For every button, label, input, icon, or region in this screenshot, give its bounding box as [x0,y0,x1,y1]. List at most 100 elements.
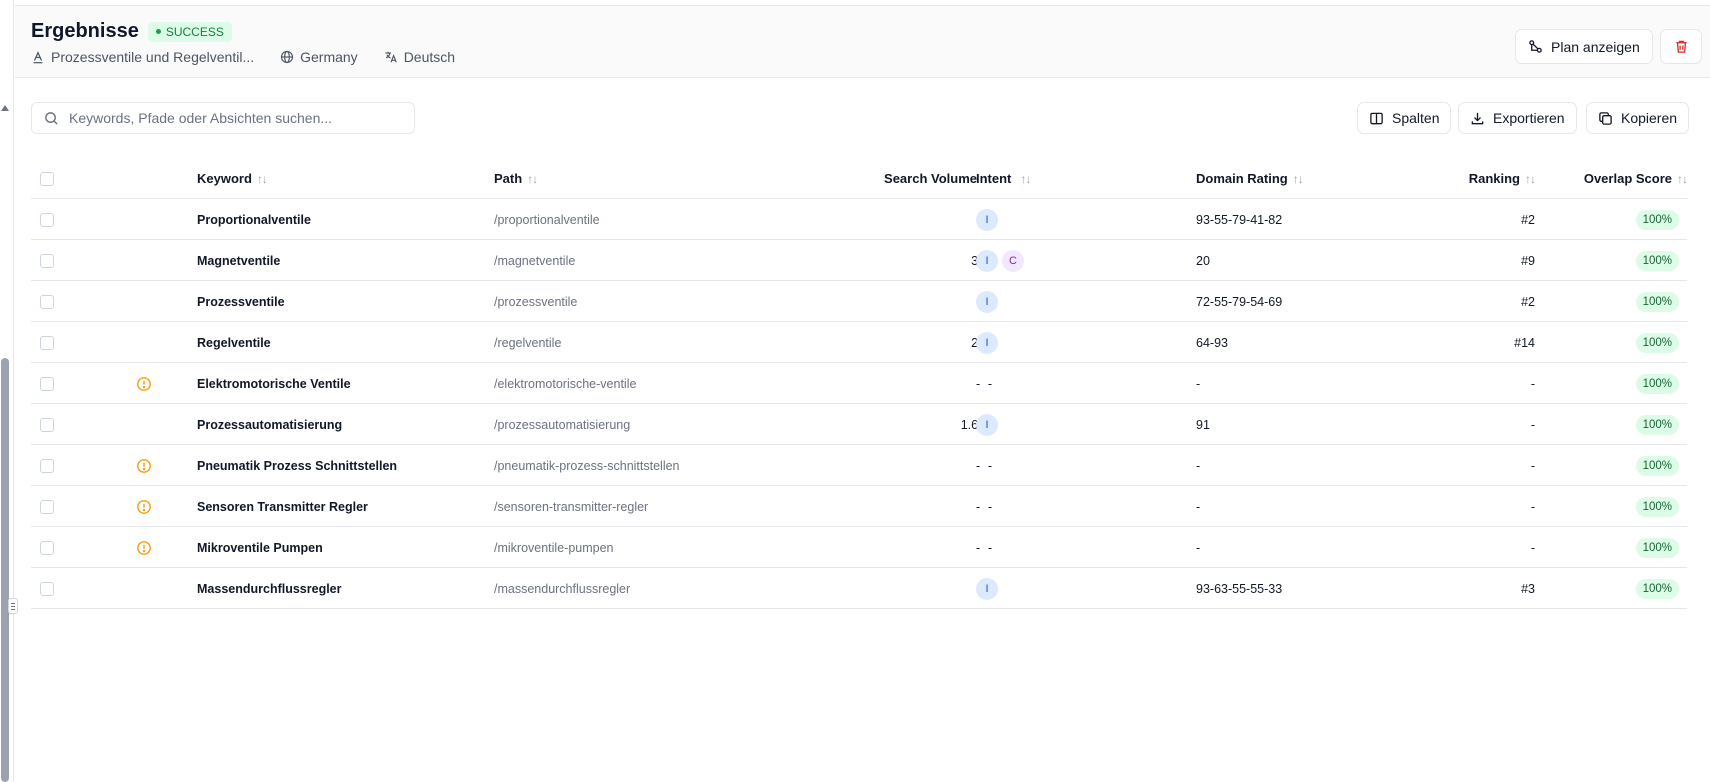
overlap-badge: 100% [1635,414,1679,435]
table-row[interactable]: Magnetventile/magnetventile350IC20#9100% [31,240,1687,281]
table-row[interactable]: Regelventile/regelventile200I64-93#14100… [31,322,1687,363]
overlap-cell: 100% [1511,199,1687,240]
domain-rating-cell: - [1196,376,1201,391]
intent-cell: I [976,322,998,363]
overlap-badge: 100% [1635,332,1679,353]
alert-circle-icon [136,486,152,527]
results-page: Ergebnisse SUCCESS Prozessventile und Re… [0,0,1710,782]
plan-button[interactable]: Plan anzeigen [1515,29,1653,64]
table-row[interactable]: Sensoren Transmitter Regler/sensoren-tra… [31,486,1687,527]
keyword-cell: Prozessventile [197,294,285,309]
country-text: Germany [300,49,358,65]
path-cell: /magnetventile [494,253,576,268]
keyword-cell: Proportionalventile [197,212,311,227]
table-row[interactable]: Prozessautomatisierung/prozessautomatisi… [31,404,1687,445]
domain-rating-cell: 72-55-79-54-69 [1196,294,1283,309]
intent-badge: I [976,577,998,600]
header-intent-label: Intent [976,171,1012,186]
table-row[interactable]: Proportionalventile/proportionalventile 9… [31,199,1687,240]
header-keyword[interactable]: Keyword ↑↓ [197,158,268,199]
path-cell: /prozessventile [494,294,578,309]
intent-empty: - [976,499,981,514]
page-title: Ergebnisse [31,20,139,42]
delete-button[interactable] [1660,29,1702,64]
intent-badge: I [976,413,998,436]
search-input[interactable] [69,110,389,126]
resize-handle[interactable] [8,598,18,614]
language-text: Deutsch [403,49,456,65]
scroll-up-icon[interactable] [1,105,9,111]
row-checkbox[interactable] [40,417,54,432]
overlap-cell: 100% [1511,281,1687,322]
overlap-cell: 100% [1511,322,1687,363]
copy-icon [1599,111,1612,125]
search-volume-cell: - [987,499,992,514]
intent-empty: - [976,376,981,391]
row-checkbox[interactable] [40,253,54,268]
row-select-cell [40,240,54,281]
status-text: SUCCESS [165,24,224,39]
row-select-cell [40,363,54,404]
row-checkbox[interactable] [40,458,54,473]
table-row[interactable]: Pneumatik Prozess Schnittstellen/pneumat… [31,445,1687,486]
overlap-cell: 100% [1511,240,1687,281]
search-volume-cell: - [987,540,992,555]
overlap-cell: 100% [1511,445,1687,486]
copy-button-label: Kopieren [1621,110,1678,126]
overlap-cell: 100% [1511,404,1687,445]
keyword-cell: Sensoren Transmitter Regler [197,499,368,514]
row-checkbox[interactable] [40,581,54,596]
domain-rating-cell: 93-63-55-55-33 [1196,581,1283,596]
header-intent[interactable]: Intent ↑↓ [976,158,1031,199]
overlap-badge: 100% [1635,373,1679,394]
keyword-cell: Regelventile [197,335,271,350]
table-row[interactable]: Elektromotorische Ventile/elektromotoris… [31,363,1687,404]
header-path-label: Path [494,171,523,186]
search-volume-cell: 40 [771,281,992,322]
keyword-cell: Magnetventile [197,253,281,268]
copy-button[interactable]: Kopieren [1586,102,1690,134]
row-select-cell [40,404,54,445]
row-checkbox[interactable] [40,499,54,514]
title-row: Ergebnisse SUCCESS [31,20,232,43]
columns-icon [1370,112,1383,124]
globe-icon [281,50,294,64]
domain-rating-cell: - [1196,499,1201,514]
overlap-badge: 100% [1635,291,1679,312]
columns-button-label: Spalten [1392,110,1440,126]
sort-icon: ↑↓ [1020,171,1031,186]
row-checkbox[interactable] [40,212,54,227]
header-path[interactable]: Path ↑↓ [494,158,538,199]
row-checkbox[interactable] [40,540,54,555]
intent-cell: I [976,568,998,609]
scrollbar-thumb[interactable] [1,358,9,782]
header-overlap[interactable]: Overlap Score ↑↓ [1511,158,1688,199]
row-select-cell [40,486,54,527]
trash-icon [1675,40,1687,53]
text-a-icon [33,51,43,64]
overlap-cell: 100% [1511,363,1687,404]
overlap-cell: 100% [1511,527,1687,568]
overlap-badge: 100% [1635,496,1679,517]
export-button[interactable]: Exportieren [1458,102,1577,134]
meta-topic: Prozessventile und Regelventil... [31,49,254,65]
row-select-cell [40,322,54,363]
row-select-cell [40,527,54,568]
results-header: Ergebnisse SUCCESS Prozessventile und Re… [15,5,1710,78]
header-search-volume[interactable]: Search Volume ↑↓ [771,158,993,199]
sort-icon: ↑↓ [1677,171,1688,186]
table-row[interactable]: Massendurchflussregler/massendurchflussr… [31,568,1687,609]
search-volume-cell: 350 [771,240,992,281]
row-checkbox[interactable] [40,335,54,350]
table-row[interactable]: Prozessventile/prozessventile 40I 72-55-79… [31,281,1687,322]
columns-button[interactable]: Spalten [1357,102,1452,134]
row-checkbox[interactable] [40,294,54,309]
select-all-checkbox[interactable] [40,171,54,186]
path-cell: /regelventile [494,335,562,350]
table-row[interactable]: Mikroventile Pumpen/mikroventile-pumpen -… [31,527,1687,568]
row-select-cell [40,445,54,486]
search-box[interactable] [31,102,415,134]
intent-cell: - [976,527,980,568]
row-checkbox[interactable] [40,376,54,391]
header-domain-rating[interactable]: Domain Rating ↑↓ [1196,158,1304,199]
